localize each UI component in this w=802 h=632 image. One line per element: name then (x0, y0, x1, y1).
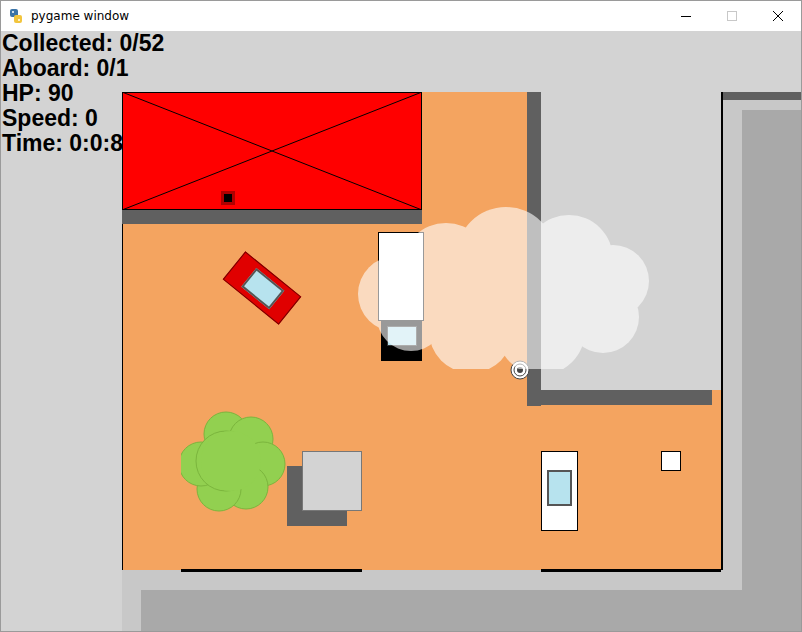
hud: Collected: 0/52Aboard: 0/1HP: 90Speed: 0… (2, 31, 164, 156)
tree-icon (181, 409, 291, 514)
game-canvas: Collected: 0/52Aboard: 0/1HP: 90Speed: 0… (1, 31, 801, 631)
hud-stat: HP: 90 (2, 81, 164, 106)
close-button[interactable] (755, 1, 801, 31)
hud-stat: Collected: 0/52 (2, 31, 164, 56)
close-icon (772, 10, 784, 22)
curb (181, 569, 362, 572)
roof-cross-icon (122, 92, 422, 210)
maximize-button (709, 1, 755, 31)
game-window: pygame window Collected: 0/52Aboard: 0/1H… (0, 0, 802, 632)
roof-hatch (221, 191, 235, 205)
building-shadow (122, 210, 422, 224)
hud-stat: Speed: 0 (2, 106, 164, 131)
road (141, 590, 801, 631)
building-shadow (527, 390, 712, 405)
road (742, 110, 801, 631)
passenger-marker (661, 451, 681, 471)
hud-stat: Time: 0:0:8 (2, 131, 164, 156)
parked-car (541, 451, 578, 531)
maximize-icon (726, 10, 738, 22)
crate (302, 451, 362, 511)
window-controls (663, 1, 801, 31)
minimize-button[interactable] (663, 1, 709, 31)
title-bar: pygame window (1, 1, 801, 31)
red-building (122, 92, 422, 210)
minimize-icon (680, 10, 692, 22)
curb (541, 569, 721, 572)
hud-stat: Aboard: 0/1 (2, 56, 164, 81)
window-title: pygame window (31, 9, 129, 23)
cloud-icon (341, 199, 661, 369)
python-snake-icon (8, 8, 24, 24)
